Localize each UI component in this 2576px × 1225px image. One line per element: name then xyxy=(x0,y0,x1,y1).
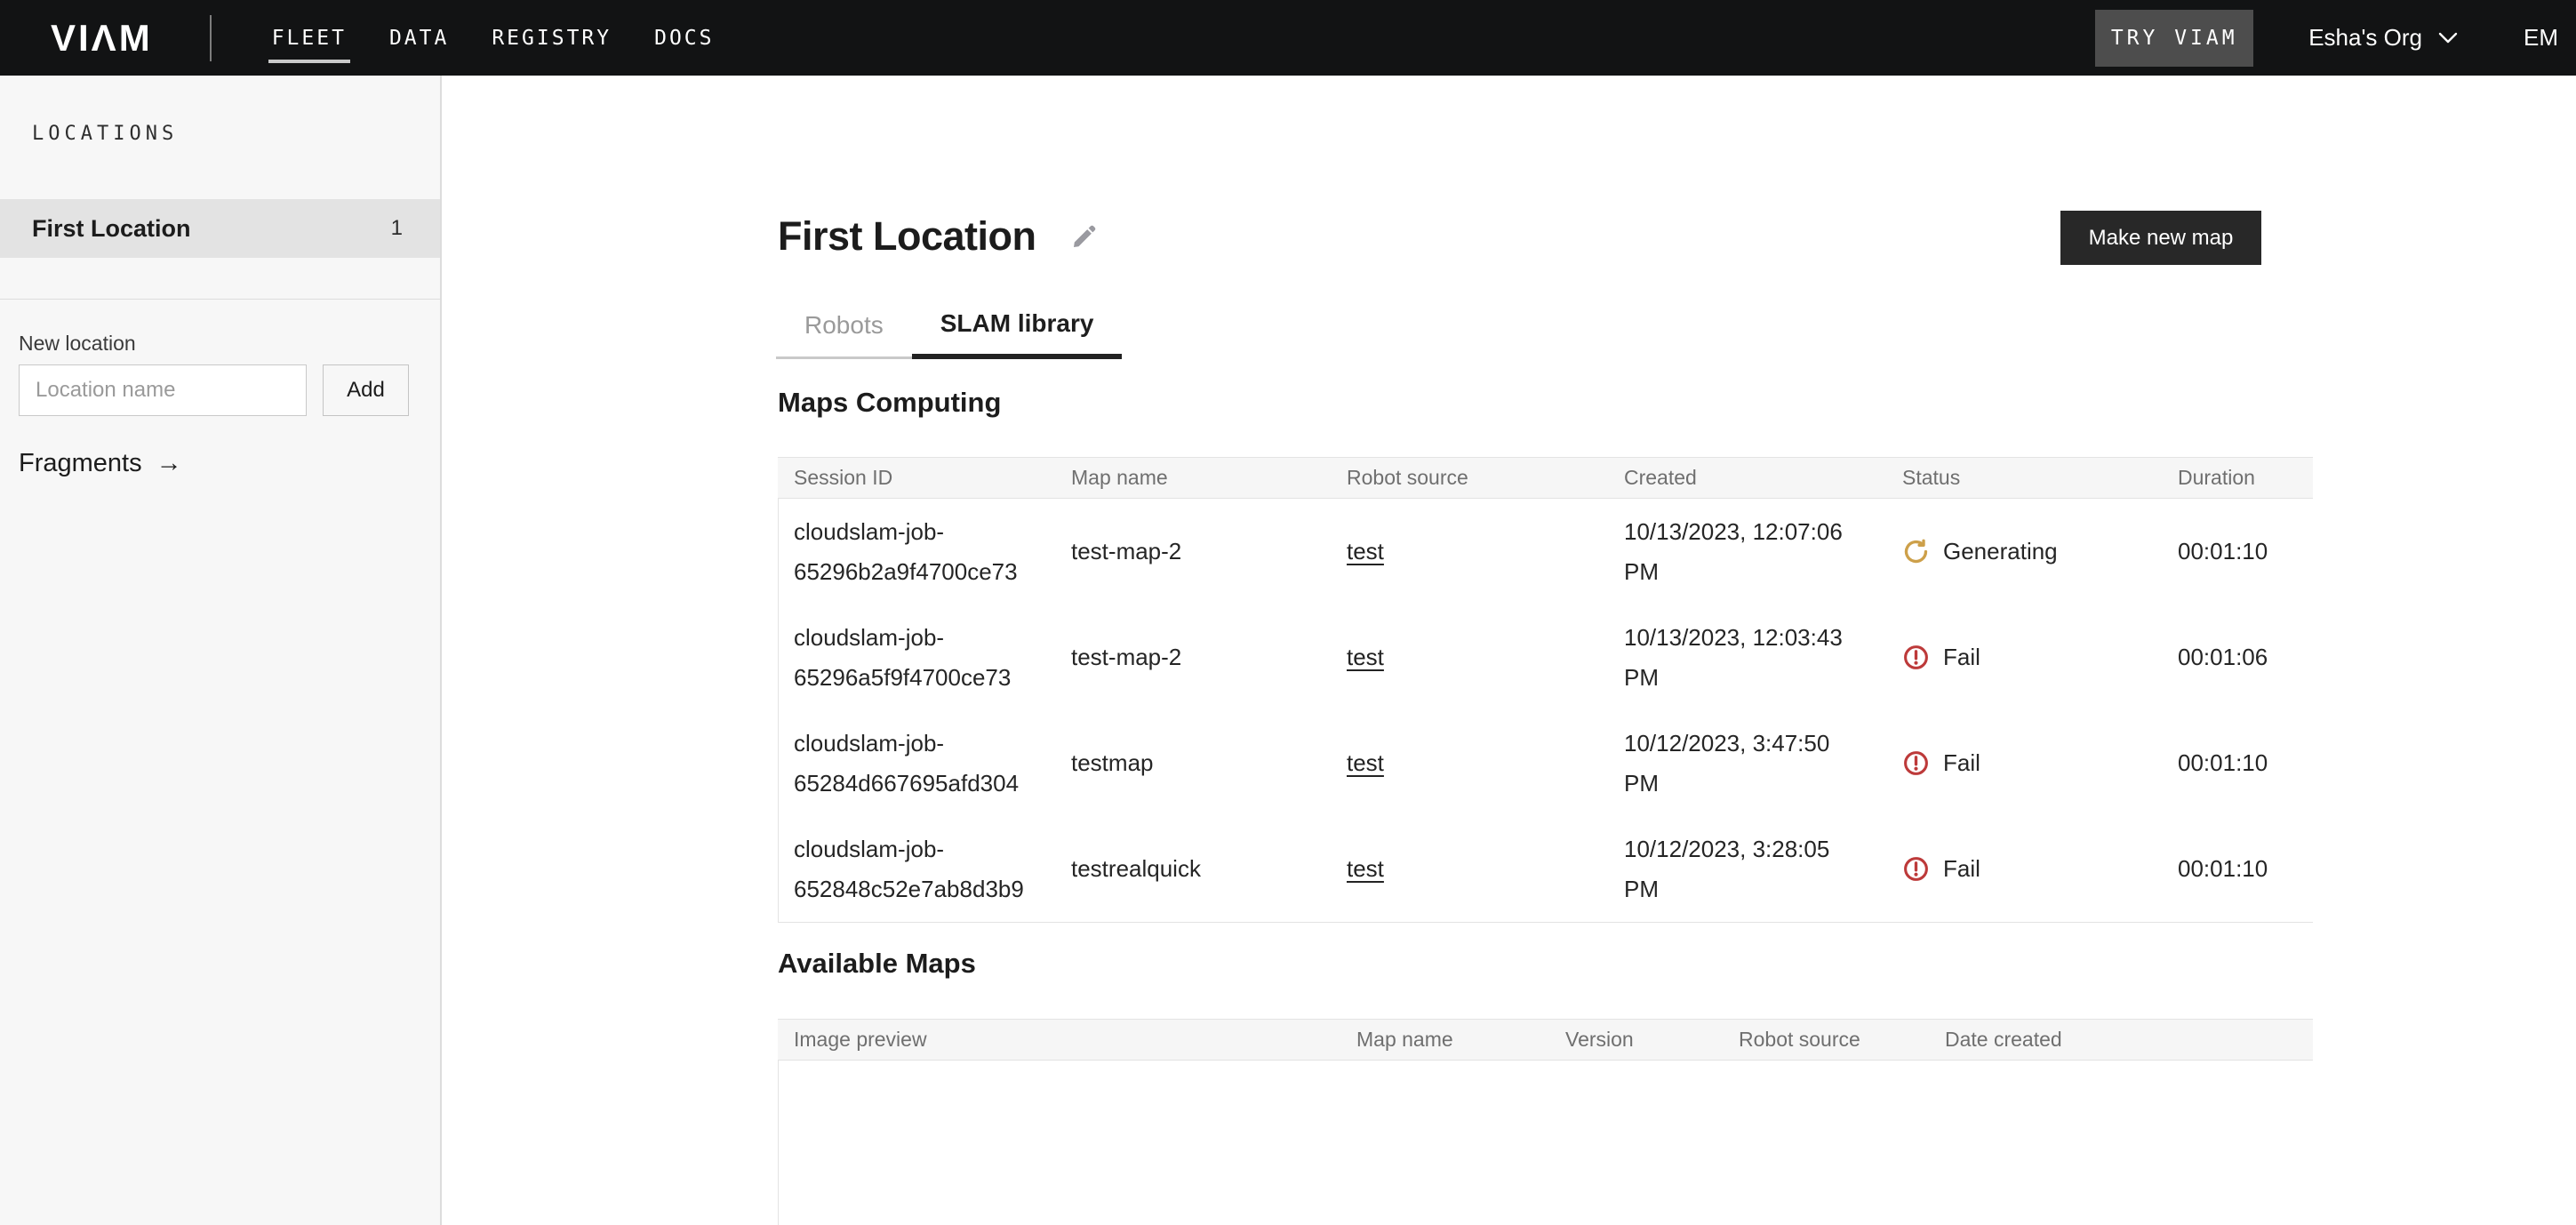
arrow-right-icon: → xyxy=(156,449,182,478)
nav-item-fleet[interactable]: FLEET xyxy=(272,0,347,76)
status-label: Generating xyxy=(1943,532,2058,572)
nav-divider xyxy=(210,15,212,61)
locations-heading: LOCATIONS xyxy=(32,123,178,145)
location-robot-count: 1 xyxy=(391,216,403,241)
column-header-version: Version xyxy=(1565,1028,1739,1052)
new-location-label: New location xyxy=(19,332,136,356)
new-location-input[interactable] xyxy=(19,364,307,416)
session-id-cell: cloudslam-job-65296a5f9f4700ce73 xyxy=(794,618,1071,697)
try-viam-button[interactable]: TRY VIAM xyxy=(2095,10,2253,67)
robot-source-link[interactable]: test xyxy=(1347,644,1384,670)
maps-computing-table: Session ID Map name Robot source Created… xyxy=(778,457,2313,923)
refresh-icon xyxy=(1902,538,1930,565)
available-maps-heading: Available Maps xyxy=(778,948,976,980)
column-header-duration: Duration xyxy=(2178,466,2313,490)
user-menu[interactable]: EM xyxy=(2524,24,2558,52)
robot-source-link[interactable]: test xyxy=(1347,749,1384,776)
maps-computing-header-row: Session ID Map name Robot source Created… xyxy=(778,457,2313,499)
column-header-created: Created xyxy=(1624,466,1902,490)
duration-cell: 00:01:10 xyxy=(2178,743,2313,783)
status-cell: Fail xyxy=(1902,849,2178,889)
table-row: cloudslam-job-652848c52e7ab8d3b9 testrea… xyxy=(779,816,2313,922)
column-header-date-created: Date created xyxy=(1945,1028,2313,1052)
column-header-robot-source: Robot source xyxy=(1347,466,1624,490)
main-content: First Location Make new map Robots SLAM … xyxy=(442,76,2576,1225)
status-cell: Fail xyxy=(1902,637,2178,677)
page-title: First Location xyxy=(778,213,1036,260)
tab-robots[interactable]: Robots xyxy=(776,293,912,359)
location-item-first-location[interactable]: First Location 1 xyxy=(0,199,440,258)
status-cell: Generating xyxy=(1902,532,2178,572)
nav-item-registry[interactable]: REGISTRY xyxy=(492,0,612,76)
available-maps-header-row: Image preview Map name Version Robot sou… xyxy=(778,1019,2313,1061)
page-title-row: First Location xyxy=(778,213,1099,260)
nav-item-docs[interactable]: DOCS xyxy=(654,0,714,76)
available-maps-body xyxy=(778,1061,2313,1225)
fragments-label: Fragments xyxy=(19,449,142,478)
status-label: Fail xyxy=(1943,849,1980,889)
duration-cell: 00:01:06 xyxy=(2178,637,2313,677)
maps-computing-heading: Maps Computing xyxy=(778,387,1001,419)
column-header-map-name: Map name xyxy=(1071,466,1347,490)
top-nav: VIΛM FLEET DATA REGISTRY DOCS TRY VIAM E… xyxy=(0,0,2576,76)
map-name-cell: testmap xyxy=(1071,743,1347,783)
chevron-down-icon xyxy=(2438,32,2458,44)
table-row: cloudslam-job-65284d667695afd304 testmap… xyxy=(779,710,2313,816)
error-icon xyxy=(1902,749,1930,777)
created-cell: 10/12/2023, 3:47:50 PM xyxy=(1624,724,1902,803)
primary-nav: FLEET DATA REGISTRY DOCS xyxy=(272,0,715,76)
created-cell: 10/12/2023, 3:28:05 PM xyxy=(1624,829,1902,909)
fragments-link[interactable]: Fragments → xyxy=(19,449,182,478)
org-switcher[interactable]: Esha's Org xyxy=(2308,24,2458,52)
duration-cell: 00:01:10 xyxy=(2178,532,2313,572)
column-header-status: Status xyxy=(1902,466,2178,490)
session-id-cell: cloudslam-job-65296b2a9f4700ce73 xyxy=(794,512,1071,591)
maps-computing-body: cloudslam-job-65296b2a9f4700ce73 test-ma… xyxy=(778,499,2313,923)
session-id-cell: cloudslam-job-65284d667695afd304 xyxy=(794,724,1071,803)
table-row: cloudslam-job-65296a5f9f4700ce73 test-ma… xyxy=(779,604,2313,710)
table-row: cloudslam-job-65296b2a9f4700ce73 test-ma… xyxy=(779,499,2313,604)
available-maps-table: Image preview Map name Version Robot sou… xyxy=(778,1019,2313,1225)
created-cell: 10/13/2023, 12:03:43 PM xyxy=(1624,618,1902,697)
locations-sidebar: LOCATIONS First Location 1 New location … xyxy=(0,76,442,1225)
robot-source-link[interactable]: test xyxy=(1347,855,1384,882)
map-name-cell: test-map-2 xyxy=(1071,637,1347,677)
map-name-cell: testrealquick xyxy=(1071,849,1347,889)
column-header-map-name: Map name xyxy=(1356,1028,1565,1052)
status-label: Fail xyxy=(1943,743,1980,783)
robot-source-link[interactable]: test xyxy=(1347,538,1384,564)
column-header-robot-source: Robot source xyxy=(1739,1028,1945,1052)
status-cell: Fail xyxy=(1902,743,2178,783)
org-name: Esha's Org xyxy=(2308,24,2422,52)
pencil-icon xyxy=(1070,222,1099,251)
edit-location-name-button[interactable] xyxy=(1070,222,1099,251)
status-label: Fail xyxy=(1943,637,1980,677)
make-new-map-button[interactable]: Make new map xyxy=(2060,211,2261,265)
tab-slam-library[interactable]: SLAM library xyxy=(912,293,1123,359)
nav-item-data[interactable]: DATA xyxy=(389,0,449,76)
sidebar-divider xyxy=(0,299,440,300)
error-icon xyxy=(1902,644,1930,671)
nav-right-group: TRY VIAM Esha's Org EM xyxy=(2095,10,2576,67)
map-name-cell: test-map-2 xyxy=(1071,532,1347,572)
viam-logo[interactable]: VIΛM xyxy=(51,20,153,57)
column-header-image-preview: Image preview xyxy=(794,1028,1356,1052)
duration-cell: 00:01:10 xyxy=(2178,849,2313,889)
error-icon xyxy=(1902,855,1930,883)
session-id-cell: cloudslam-job-652848c52e7ab8d3b9 xyxy=(794,829,1071,909)
column-header-session-id: Session ID xyxy=(794,466,1071,490)
add-location-button[interactable]: Add xyxy=(323,364,409,416)
location-name: First Location xyxy=(32,215,191,243)
created-cell: 10/13/2023, 12:07:06 PM xyxy=(1624,512,1902,591)
location-tabs: Robots SLAM library xyxy=(776,293,1122,359)
